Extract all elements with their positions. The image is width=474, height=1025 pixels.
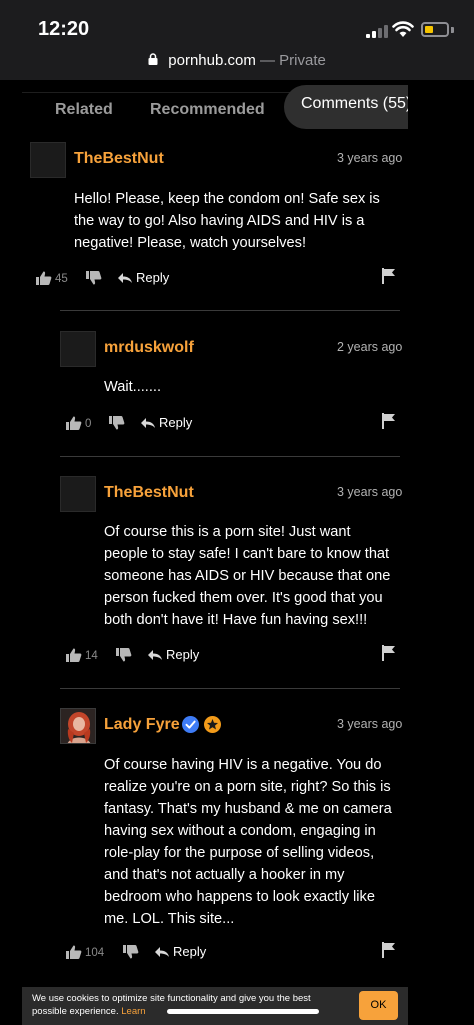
comment-line: Of course having HIV is a negative. You … <box>104 757 382 773</box>
avatar[interactable] <box>60 331 96 367</box>
comment-text: Wait....... <box>104 376 161 398</box>
divider <box>60 310 400 311</box>
home-indicator[interactable] <box>167 1009 319 1014</box>
like-count: 45 <box>55 273 68 285</box>
tab-bar: Related Recommended Comments (55) <box>22 85 408 133</box>
comment-line: and that's not actually a hooker in my <box>104 867 345 883</box>
divider <box>60 688 400 689</box>
tab-recommended[interactable]: Recommended <box>150 93 265 133</box>
like-count: 14 <box>85 650 98 662</box>
thumbs-down-icon[interactable] <box>108 415 125 431</box>
reply-arrow-icon <box>148 649 162 660</box>
comment-line: the way to go! Also having AIDS and HIV … <box>74 213 365 229</box>
reply-button[interactable]: Reply <box>140 415 192 431</box>
verified-check-icon <box>182 716 199 733</box>
thumbs-down-icon[interactable] <box>122 944 139 960</box>
divider <box>60 456 400 457</box>
reply-arrow-icon <box>141 417 155 428</box>
page-margin <box>408 80 474 1025</box>
page-content: Related Recommended Comments (55) TheBes… <box>22 80 408 1025</box>
comment-line: bedroom who happens to look exactly like <box>104 889 375 905</box>
comment-line: Of course this is a porn site! Just want <box>104 524 351 540</box>
reply-button[interactable]: Reply <box>117 270 169 286</box>
thumbs-down-icon[interactable] <box>115 647 132 663</box>
like-count: 104 <box>85 947 105 959</box>
profile-photo-icon <box>61 709 95 743</box>
tab-comments[interactable]: Comments (55) <box>284 85 408 129</box>
cookie-banner: We use cookies to optimize site function… <box>22 987 408 1025</box>
comment-line: having sex without a condom, engaging in <box>104 823 376 839</box>
url-bar[interactable]: pornhub.com — Private <box>0 48 474 80</box>
comment-text: Of course having HIV is a negative. You … <box>104 754 392 930</box>
reply-arrow-icon <box>155 946 169 957</box>
flag-icon[interactable] <box>382 268 396 284</box>
url-private-label: — Private <box>255 52 326 69</box>
url-domain: pornhub.com <box>168 52 256 69</box>
comment-time: 3 years ago <box>337 151 403 165</box>
comment-text: Hello! Please, keep the condom on! Safe … <box>74 188 380 254</box>
cookie-text: We use cookies to optimize site function… <box>32 992 332 1018</box>
comment-line: me. LOL. This site... <box>104 911 235 927</box>
cookie-ok-button[interactable]: OK <box>359 991 398 1020</box>
comment-actions: 104 Reply <box>65 942 405 964</box>
thumbs-up-icon[interactable] <box>65 647 82 663</box>
reply-label: Reply <box>166 647 200 662</box>
reply-label: Reply <box>159 415 193 430</box>
status-time: 12:20 <box>38 18 90 40</box>
comment-line: Wait....... <box>104 379 162 395</box>
reply-button[interactable]: Reply <box>147 647 199 663</box>
flag-icon[interactable] <box>382 413 396 429</box>
comment-line: person fucked them over. It's good that … <box>104 590 383 606</box>
comment-line: Hello! Please, keep the condom on! Safe … <box>74 191 380 207</box>
reply-label: Reply <box>173 944 207 959</box>
comment-line: someone has AIDS or HIV because that one <box>104 568 391 584</box>
like-count: 0 <box>85 418 92 430</box>
wifi-icon <box>392 21 414 37</box>
comment-line: negative! Please, watch yourselves! <box>74 235 307 251</box>
comment-line: fantasy. That's my husband & me on camer… <box>104 801 392 817</box>
thumbs-up-icon[interactable] <box>65 944 82 960</box>
flag-icon[interactable] <box>382 942 396 958</box>
reply-label: Reply <box>136 270 170 285</box>
flag-icon[interactable] <box>382 645 396 661</box>
comment-actions: 0 Reply <box>65 413 405 435</box>
thumbs-up-icon[interactable] <box>35 270 52 286</box>
thumbs-up-icon[interactable] <box>65 415 82 431</box>
comment-username[interactable]: mrduskwolf <box>104 339 194 357</box>
reply-button[interactable]: Reply <box>154 944 206 960</box>
comment-line: both don't have it! Have fun having sex!… <box>104 612 368 628</box>
comment: TheBestNut 3 years ago Of course this is… <box>60 476 403 656</box>
reply-arrow-icon <box>118 272 132 283</box>
signal-icon <box>366 24 388 38</box>
battery-icon <box>421 22 449 37</box>
tab-related[interactable]: Related <box>55 93 113 133</box>
cookie-learn-link[interactable]: Learn <box>121 1006 145 1017</box>
comment-time: 3 years ago <box>337 717 403 731</box>
comment-actions: 14 Reply <box>65 645 405 667</box>
comment-line: role-play for the purpose of selling vid… <box>104 845 375 861</box>
battery-tip <box>451 27 454 33</box>
avatar[interactable] <box>60 476 96 512</box>
star-badge-icon <box>204 716 221 733</box>
comment-time: 2 years ago <box>337 340 403 354</box>
comment-username[interactable]: TheBestNut <box>74 150 164 168</box>
avatar[interactable] <box>30 142 66 178</box>
avatar[interactable] <box>60 708 96 744</box>
comment: Lady Fyre 3 years ago Of course having H… <box>60 708 403 948</box>
comment-text: Of course this is a porn site! Just want… <box>104 521 390 631</box>
status-bar: 12:20 <box>0 0 474 48</box>
comment-line: people to stay safe! I can't bare to kno… <box>104 546 390 562</box>
comment-actions: 45 Reply <box>35 268 405 290</box>
thumbs-down-icon[interactable] <box>85 270 102 286</box>
comment-time: 3 years ago <box>337 485 403 499</box>
comment-username[interactable]: TheBestNut <box>104 484 194 502</box>
comment-line: realize you're on a porn site, right? So… <box>104 779 391 795</box>
comment-username[interactable]: Lady Fyre <box>104 716 180 734</box>
lock-icon <box>148 53 158 66</box>
